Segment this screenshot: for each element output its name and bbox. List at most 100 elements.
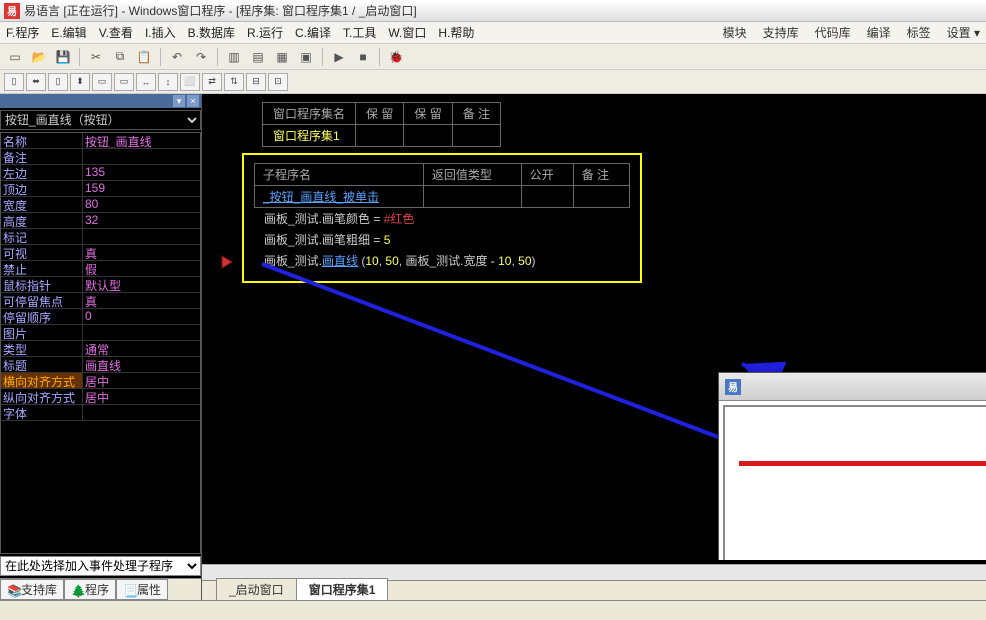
menu-tools[interactable]: T.工具 [343, 24, 376, 41]
stop-icon[interactable]: ■ [352, 47, 374, 67]
prop-value[interactable] [83, 229, 200, 244]
align-bottom-icon[interactable]: ▭ [114, 73, 134, 91]
prop-row[interactable]: 高度32 [1, 213, 200, 229]
undo-icon[interactable]: ↶ [166, 47, 188, 67]
debug-icon[interactable]: 🐞 [385, 47, 407, 67]
same-size-icon[interactable]: ⬜ [180, 73, 200, 91]
prop-value[interactable]: 0 [83, 309, 200, 324]
run-icon[interactable]: ▶ [328, 47, 350, 67]
redo-icon[interactable]: ↷ [190, 47, 212, 67]
prop-row[interactable]: 左边135 [1, 165, 200, 181]
prop-value[interactable] [83, 149, 200, 164]
align-right-icon[interactable]: ▯ [48, 73, 68, 91]
menu-support-lib[interactable]: 支持库 [763, 24, 799, 41]
menu-program[interactable]: F.程序 [6, 24, 39, 41]
same-height-icon[interactable]: ↕ [158, 73, 178, 91]
menu-settings[interactable]: 设置 ▾ [947, 24, 980, 41]
prop-row[interactable]: 可停留焦点真 [1, 293, 200, 309]
prop-row[interactable]: 标题画直线 [1, 357, 200, 373]
align-left-icon[interactable]: ▯ [4, 73, 24, 91]
menu-compile[interactable]: C.编译 [295, 24, 331, 41]
panel-close-icon[interactable]: × [187, 95, 199, 107]
preview-titlebar[interactable]: 易 ✕ [719, 373, 986, 401]
prop-row[interactable]: 鼠标指针默认型 [1, 277, 200, 293]
layout3-icon[interactable]: ▦ [271, 47, 293, 67]
menu-compile2[interactable]: 编译 [867, 24, 891, 41]
dist-h-icon[interactable]: ⇄ [202, 73, 222, 91]
prop-value[interactable]: 真 [83, 245, 200, 260]
dist-v-icon[interactable]: ⇅ [224, 73, 244, 91]
prop-row[interactable]: 停留顺序0 [1, 309, 200, 325]
tab-startup-window[interactable]: _启动窗口 [216, 578, 297, 600]
layout2-icon[interactable]: ▤ [247, 47, 269, 67]
tab-program[interactable]: 🌲程序 [64, 579, 116, 600]
prop-value[interactable]: 画直线 [83, 357, 200, 372]
menu-tags[interactable]: 标签 [907, 24, 931, 41]
prop-name: 类型 [1, 341, 83, 356]
tab-support-lib[interactable]: 📚支持库 [0, 579, 64, 600]
prop-value[interactable]: 假 [83, 261, 200, 276]
same-width-icon[interactable]: ↔ [136, 73, 156, 91]
prop-row[interactable]: 纵向对齐方式居中 [1, 389, 200, 405]
menu-module[interactable]: 模块 [723, 24, 747, 41]
prop-value[interactable] [83, 325, 200, 340]
prop-value[interactable]: 居中 [83, 373, 200, 388]
prop-value[interactable]: 默认型 [83, 277, 200, 292]
tab-properties[interactable]: 📃属性 [116, 579, 168, 600]
save-icon[interactable]: 💾 [52, 47, 74, 67]
menu-help[interactable]: H.帮助 [438, 24, 474, 41]
cut-icon[interactable]: ✂ [85, 47, 107, 67]
align-center-h-icon[interactable]: ⬌ [26, 73, 46, 91]
subroutine-name[interactable]: _按钮_画直线_被单击 [263, 190, 379, 204]
prop-row[interactable]: 类型通常 [1, 341, 200, 357]
preview-window[interactable]: 易 ✕ 画直线 [718, 372, 986, 560]
prop-row[interactable]: 字体 [1, 405, 200, 421]
prop-row[interactable]: 标记 [1, 229, 200, 245]
prop-value[interactable]: 159 [83, 181, 200, 196]
property-panel: ▾ × 按钮_画直线（按钮） 名称按钮_画直线备注左边135顶边159宽度80高… [0, 94, 202, 600]
open-icon[interactable]: 📂 [28, 47, 50, 67]
layout1-icon[interactable]: ▥ [223, 47, 245, 67]
align-top-icon[interactable]: ⬍ [70, 73, 90, 91]
center-v-icon[interactable]: ⊡ [268, 73, 288, 91]
code-editor[interactable]: 窗口程序集名 保 留 保 留 备 注 窗口程序集1 子程序名 返回值类型 公开 … [202, 94, 986, 600]
prop-row[interactable]: 名称按钮_画直线 [1, 133, 200, 149]
menu-window[interactable]: W.窗口 [388, 24, 426, 41]
component-selector[interactable]: 按钮_画直线（按钮） [0, 110, 201, 130]
menu-view[interactable]: V.查看 [99, 24, 133, 41]
panel-header: ▾ × [0, 94, 201, 108]
center-h-icon[interactable]: ⊟ [246, 73, 266, 91]
tab-program-set[interactable]: 窗口程序集1 [296, 578, 389, 600]
copy-icon[interactable]: ⧉ [109, 47, 131, 67]
menu-code-lib[interactable]: 代码库 [815, 24, 851, 41]
prop-row[interactable]: 可视真 [1, 245, 200, 261]
paste-icon[interactable]: 📋 [133, 47, 155, 67]
event-selector[interactable]: 在此处选择加入事件处理子程序 [0, 556, 201, 576]
prop-row[interactable]: 禁止假 [1, 261, 200, 277]
prop-value[interactable]: 通常 [83, 341, 200, 356]
prop-row[interactable]: 顶边159 [1, 181, 200, 197]
prop-name: 顶边 [1, 181, 83, 196]
prop-row[interactable]: 横向对齐方式居中 [1, 373, 200, 389]
prop-value[interactable]: 按钮_画直线 [83, 133, 200, 148]
panel-pin-icon[interactable]: ▾ [173, 95, 185, 107]
new-icon[interactable]: ▭ [4, 47, 26, 67]
prop-row[interactable]: 备注 [1, 149, 200, 165]
prop-value[interactable]: 居中 [83, 389, 200, 404]
prop-value[interactable] [83, 405, 200, 420]
prop-row[interactable]: 图片 [1, 325, 200, 341]
menu-edit[interactable]: E.编辑 [51, 24, 86, 41]
layout4-icon[interactable]: ▣ [295, 47, 317, 67]
property-grid[interactable]: 名称按钮_画直线备注左边135顶边159宽度80高度32标记可视真禁止假鼠标指针… [0, 132, 201, 554]
menu-database[interactable]: B.数据库 [188, 24, 235, 41]
prop-value[interactable]: 32 [83, 213, 200, 228]
menu-insert[interactable]: I.插入 [145, 24, 176, 41]
prop-row[interactable]: 宽度80 [1, 197, 200, 213]
toolbar-align: ▯ ⬌ ▯ ⬍ ▭ ▭ ↔ ↕ ⬜ ⇄ ⇅ ⊟ ⊡ [0, 70, 986, 94]
app-icon: 易 [4, 3, 20, 19]
prop-value[interactable]: 真 [83, 293, 200, 308]
align-middle-icon[interactable]: ▭ [92, 73, 112, 91]
menu-run[interactable]: R.运行 [247, 24, 283, 41]
prop-value[interactable]: 135 [83, 165, 200, 180]
prop-value[interactable]: 80 [83, 197, 200, 212]
